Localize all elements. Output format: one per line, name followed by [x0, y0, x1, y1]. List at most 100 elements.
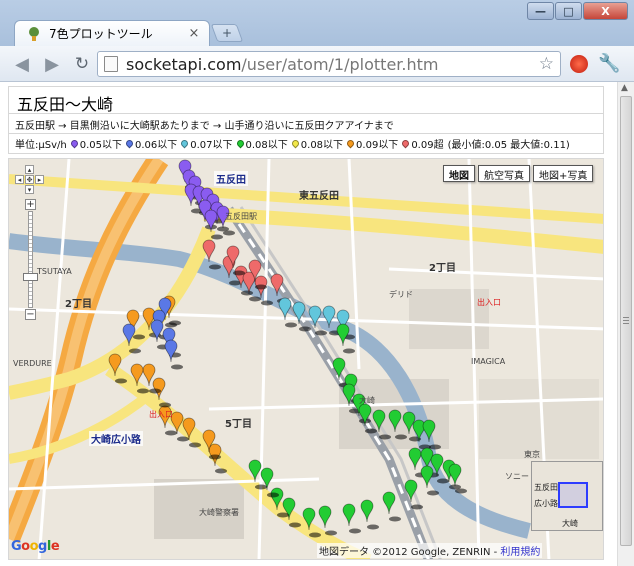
map-label: 大崎広小路: [89, 431, 143, 446]
page-viewport: 五反田～大崎 五反田駅 → 目黒側沿いに大崎駅あたりまで → 山手通り沿いに五反…: [0, 82, 634, 566]
radiation-marker[interactable]: [292, 301, 311, 332]
radiation-marker[interactable]: [302, 507, 321, 538]
tab-favicon-icon: [25, 25, 43, 43]
pan-right-icon[interactable]: ▸: [35, 175, 44, 184]
legend-item: 0.08以下: [290, 136, 343, 151]
map-label: 五反田駅: [225, 212, 257, 221]
map-label: 5丁目: [225, 419, 252, 430]
tab-title: 7色プロットツール: [49, 27, 153, 41]
radiation-marker[interactable]: [342, 503, 361, 534]
overview-map[interactable]: 五反田 大崎 広小路: [531, 461, 603, 531]
address-bar[interactable]: socketapi.com/user/atom/1/plotter.htm ☆: [97, 51, 561, 77]
title-box: 五反田～大崎: [8, 86, 604, 114]
reload-icon[interactable]: ↻: [70, 53, 94, 75]
radiation-marker[interactable]: [404, 479, 423, 510]
legend-pin-icon: [124, 138, 135, 149]
browser-toolbar: ◀ ▶ ↻ socketapi.com/user/atom/1/plotter.…: [0, 46, 634, 82]
url-text: socketapi.com/user/atom/1/plotter.htm: [126, 54, 439, 74]
legend-pin-icon: [179, 138, 190, 149]
legend-item: 0.06以下: [124, 136, 177, 151]
map-label: VERDURE: [13, 359, 52, 368]
pan-down-icon[interactable]: ▾: [25, 185, 34, 194]
radiation-marker[interactable]: [202, 239, 221, 270]
pan-control[interactable]: ▴ ◂ ✥ ▸ ▾: [15, 165, 45, 195]
minimize-button[interactable]: —: [527, 2, 554, 20]
legend-item: 0.07以下: [179, 136, 233, 151]
map-label: IMAGICA: [471, 357, 506, 366]
overview-label: 広小路: [534, 499, 558, 508]
map-label: 2丁目: [429, 263, 456, 274]
google-logo: Google: [11, 539, 60, 554]
map-label: 出入口: [149, 410, 173, 419]
map-type-hybrid-button[interactable]: 地図+写真: [533, 165, 594, 182]
map-label: 東京: [524, 450, 540, 459]
overview-label: 大崎: [562, 519, 578, 528]
map-label: TSUTAYA: [37, 267, 72, 276]
map-label: 2丁目: [65, 299, 92, 310]
legend-pin-icon: [400, 138, 411, 149]
legend-item: 0.08以下: [235, 136, 288, 151]
zoom-out-button[interactable]: −: [25, 309, 36, 320]
zoom-in-button[interactable]: +: [25, 199, 36, 210]
radiation-marker[interactable]: [260, 467, 279, 498]
page-title: 五反田～大崎: [17, 95, 114, 114]
legend-item: 0.05以下: [69, 136, 122, 151]
legend-item: 0.09超: [400, 136, 444, 151]
overview-label: 五反田: [534, 483, 558, 492]
maximize-button[interactable]: □: [555, 2, 582, 20]
map[interactable]: ▴ ◂ ✥ ▸ ▾ + − 地図 航空写真 地図+写真 五反田 大崎 広小路 G…: [8, 158, 604, 560]
map-type-control: 地図 航空写真 地図+写真: [443, 165, 594, 182]
legend-unit: 単位:μSv/h: [15, 140, 67, 151]
window-titlebar: 7色プロットツール × + — □ X: [0, 0, 634, 46]
radiation-marker[interactable]: [282, 497, 301, 528]
map-type-satellite-button[interactable]: 航空写真: [478, 165, 530, 182]
legend-pin-icon: [235, 138, 245, 149]
scroll-up-icon[interactable]: ▲: [621, 83, 628, 93]
radiation-marker[interactable]: [382, 491, 401, 522]
radiation-marker[interactable]: [108, 353, 127, 384]
wrench-icon[interactable]: 🔧: [598, 53, 620, 74]
zoom-slider-knob[interactable]: [23, 273, 38, 281]
map-label: 東五反田: [299, 191, 339, 202]
map-label: 大崎警察署: [199, 508, 239, 517]
legend-item: 0.09以下: [345, 136, 398, 151]
back-arrow-icon[interactable]: ◀: [10, 53, 34, 75]
forward-arrow-icon[interactable]: ▶: [40, 53, 64, 75]
legend-pin-icon: [345, 138, 356, 149]
plus-icon: +: [221, 26, 233, 40]
page-content: 五反田～大崎 五反田駅 → 目黒側沿いに大崎駅あたりまで → 山手通り沿いに五反…: [8, 86, 604, 560]
legend-stats: (最小値:0.05 最大値:0.11): [447, 140, 570, 151]
page-icon: [104, 56, 118, 72]
map-label: 五反田: [214, 171, 248, 186]
legend-pin-icon: [69, 138, 80, 149]
map-copyright: 地図データ ©2012 Google, ZENRIN - 利用規約: [317, 543, 543, 558]
map-label: デリド: [389, 290, 413, 299]
zoom-slider[interactable]: [28, 211, 33, 308]
extension-icon[interactable]: [570, 55, 588, 73]
map-type-map-button[interactable]: 地図: [443, 165, 475, 182]
new-tab-button[interactable]: +: [210, 24, 244, 42]
terms-link[interactable]: 利用規約: [500, 547, 540, 558]
legend-items: 0.05以下 0.06以下 0.07以下 0.08以下 0.08以下 0.09以下 0.09…: [69, 136, 448, 151]
overview-viewport-box[interactable]: [558, 482, 588, 508]
marker-layer[interactable]: [9, 159, 604, 560]
radiation-marker[interactable]: [372, 409, 391, 440]
vertical-scrollbar[interactable]: ▲: [617, 82, 634, 566]
legend-pin-icon: [290, 138, 301, 149]
tab-close-icon[interactable]: ×: [187, 26, 201, 41]
radiation-marker[interactable]: [182, 417, 201, 448]
route-description: 五反田駅 → 目黒側沿いに大崎駅あたりまで → 山手通り沿いに五反田クアアイナま…: [8, 114, 604, 134]
pan-up-icon[interactable]: ▴: [25, 165, 34, 174]
close-window-button[interactable]: X: [583, 2, 628, 20]
pan-left-icon[interactable]: ◂: [15, 175, 24, 184]
star-icon[interactable]: ☆: [539, 54, 554, 74]
map-label: 出入口: [477, 298, 501, 307]
radiation-marker[interactable]: [360, 499, 379, 530]
pan-center-icon[interactable]: ✥: [25, 175, 34, 184]
radiation-marker[interactable]: [318, 505, 337, 536]
legend: 単位:μSv/h 0.05以下 0.06以下 0.07以下 0.08以下 0.08以下 0…: [8, 134, 604, 154]
scrollbar-thumb[interactable]: [620, 96, 632, 546]
map-label: 大崎: [359, 396, 375, 405]
browser-tab[interactable]: 7色プロットツール ×: [14, 20, 210, 46]
map-navigation-control[interactable]: ▴ ◂ ✥ ▸ ▾ + −: [15, 165, 45, 320]
